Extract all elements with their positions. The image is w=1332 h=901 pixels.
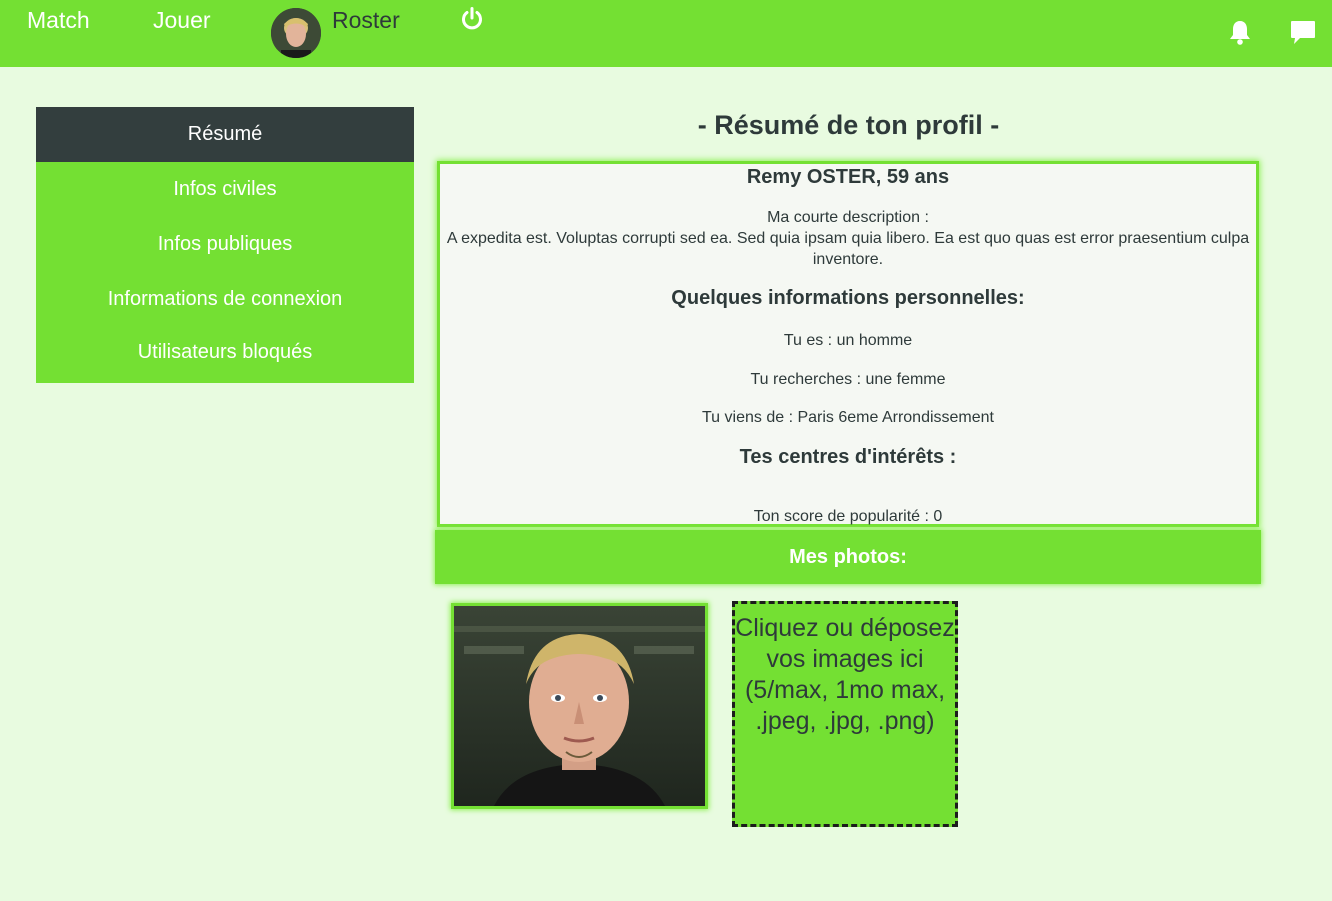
photos-heading: Mes photos:	[435, 530, 1261, 584]
sidebar-item-infos-publiques[interactable]: Infos publiques	[36, 217, 414, 272]
nav-link-match[interactable]: Match	[27, 4, 90, 36]
description-label: Ma courte description :	[767, 209, 929, 226]
avatar	[271, 8, 321, 58]
sidebar-item-resume[interactable]: Résumé	[36, 107, 414, 162]
nav-link-jouer[interactable]: Jouer	[153, 4, 211, 36]
description-text: A expedita est. Voluptas corrupti sed ea…	[446, 230, 1250, 268]
power-icon[interactable]	[459, 6, 485, 32]
settings-sidebar: Résumé Infos civiles Infos publiques Inf…	[36, 107, 414, 383]
chat-icon[interactable]	[1289, 18, 1317, 46]
location-info: Tu viens de : Paris 6eme Arrondissement	[702, 409, 994, 426]
seeking-info: Tu recherches : une femme	[750, 371, 946, 388]
profile-photo[interactable]	[451, 603, 708, 809]
gender-info: Tu es : un homme	[783, 332, 913, 349]
top-navbar: Match Jouer Roster	[0, 0, 1332, 67]
interests-heading: Tes centres d'intérêts :	[739, 446, 957, 468]
sidebar-item-infos-civiles[interactable]: Infos civiles	[36, 162, 414, 217]
photo-upload-dropzone[interactable]: Cliquez ou déposez vos images ici (5/max…	[732, 601, 958, 827]
nav-username: Roster	[332, 7, 400, 33]
sidebar-item-utilisateurs-bloques[interactable]: Utilisateurs bloqués	[36, 327, 414, 383]
sidebar-item-informations-connexion[interactable]: Informations de connexion	[36, 272, 414, 327]
profile-name: Remy OSTER, 59 ans	[746, 166, 950, 188]
popularity-score: Ton score de popularité : 0	[753, 508, 943, 525]
page-title: - Résumé de ton profil -	[697, 110, 1000, 140]
profile-summary-card: Remy OSTER, 59 ans Ma courte description…	[437, 161, 1259, 527]
bell-icon[interactable]	[1227, 18, 1253, 46]
personal-info-heading: Quelques informations personnelles:	[671, 287, 1025, 309]
